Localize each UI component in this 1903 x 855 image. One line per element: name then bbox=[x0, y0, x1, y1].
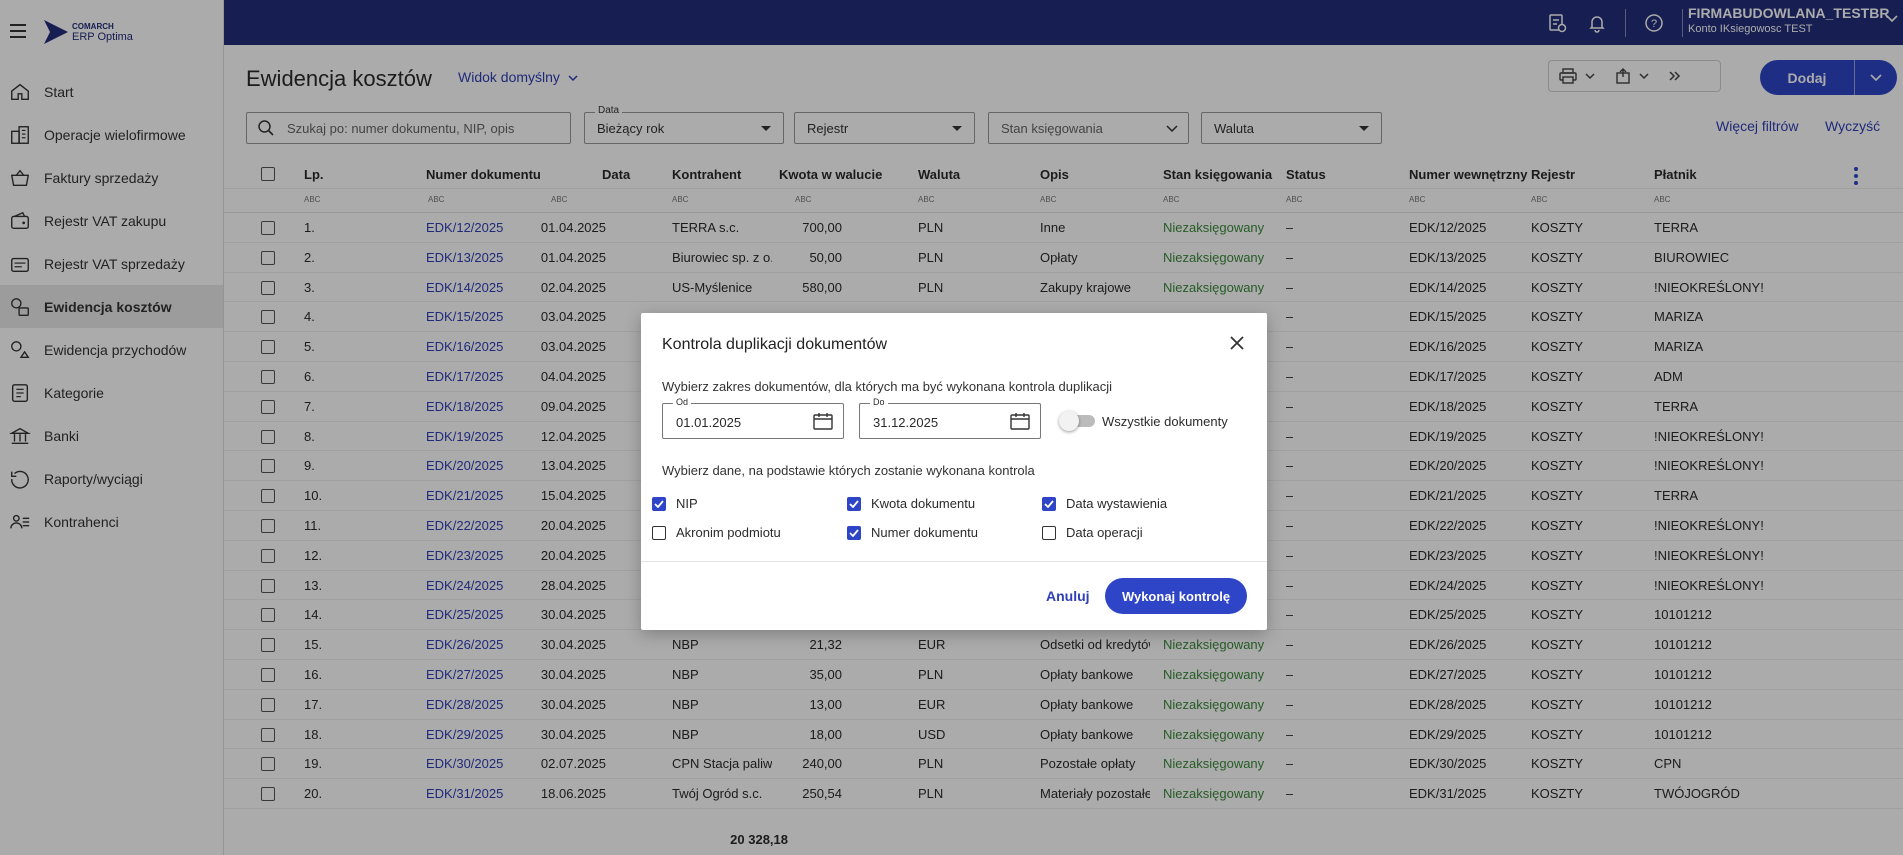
checkbox-checked-icon[interactable] bbox=[847, 525, 861, 540]
criteria-checkbox[interactable]: NIP bbox=[652, 496, 698, 511]
criteria-checkbox[interactable]: Numer dokumentu bbox=[847, 525, 978, 540]
date-from-field[interactable]: Od 01.01.2025 bbox=[662, 397, 844, 439]
run-check-button[interactable]: Wykonaj kontrolę bbox=[1105, 578, 1247, 614]
criteria-checkbox[interactable]: Kwota dokumentu bbox=[847, 496, 975, 511]
date-from-value: 01.01.2025 bbox=[676, 415, 742, 430]
criteria-label: NIP bbox=[676, 496, 698, 511]
criteria-label: Data operacji bbox=[1066, 525, 1143, 540]
criteria-label: Akronim podmiotu bbox=[676, 525, 781, 540]
date-to-label: Do bbox=[870, 397, 888, 407]
all-documents-label: Wszystkie dokumenty bbox=[1102, 414, 1228, 429]
date-from-label: Od bbox=[673, 397, 692, 407]
close-icon[interactable] bbox=[1227, 333, 1247, 353]
checkbox-checked-icon[interactable] bbox=[847, 496, 861, 511]
criteria-checkbox[interactable]: Data operacji bbox=[1042, 525, 1143, 540]
cancel-button[interactable]: Anuluj bbox=[1046, 588, 1090, 604]
checkbox-checked-icon[interactable] bbox=[1042, 496, 1056, 511]
criteria-label: Kwota dokumentu bbox=[871, 496, 976, 511]
checkbox-checked-icon[interactable] bbox=[652, 496, 666, 511]
divider bbox=[641, 561, 1267, 562]
checkbox-unchecked-icon[interactable] bbox=[1042, 525, 1056, 540]
criteria-checkbox[interactable]: Data wystawienia bbox=[1042, 496, 1167, 511]
calendar-icon[interactable] bbox=[1010, 412, 1030, 433]
range-label: Wybierz zakres dokumentów, dla których m… bbox=[662, 379, 1113, 394]
criteria-label: Data wystawienia bbox=[1066, 496, 1168, 511]
duplicate-check-dialog: Kontrola duplikacji dokumentów Wybierz z… bbox=[641, 313, 1267, 630]
checkbox-unchecked-icon[interactable] bbox=[652, 525, 666, 540]
all-documents-toggle[interactable] bbox=[1059, 411, 1095, 431]
criteria-label: Numer dokumentu bbox=[871, 525, 978, 540]
criteria-checkbox[interactable]: Akronim podmiotu bbox=[652, 525, 781, 540]
date-to-value: 31.12.2025 bbox=[873, 415, 939, 430]
calendar-icon[interactable] bbox=[813, 412, 833, 433]
criteria-label: Wybierz dane, na podstawie których zosta… bbox=[662, 463, 1035, 478]
date-to-field[interactable]: Do 31.12.2025 bbox=[859, 397, 1041, 439]
dialog-title: Kontrola duplikacji dokumentów bbox=[662, 336, 888, 353]
